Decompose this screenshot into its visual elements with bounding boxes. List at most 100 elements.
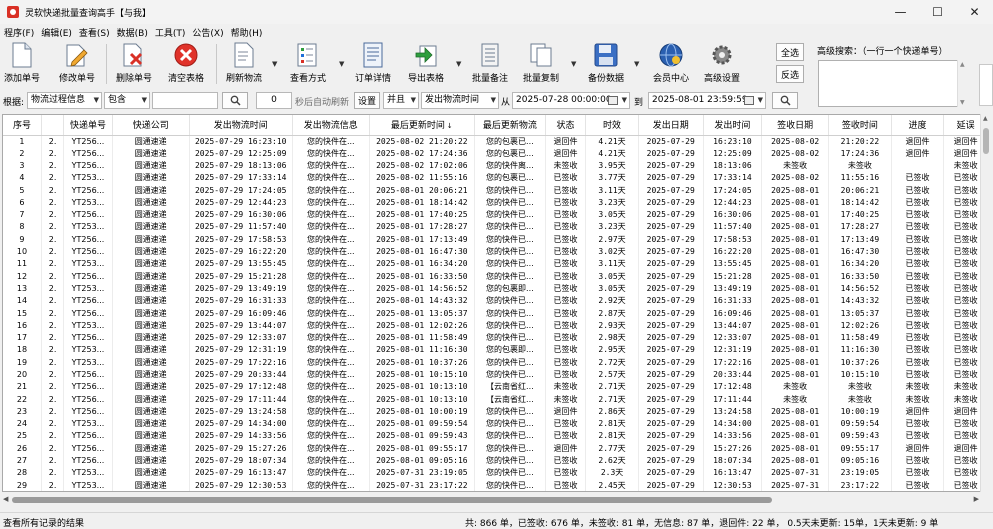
table-row[interactable]: 1 2. YT256... 圆通速递 2025-07-29 16:23:10 您的快件在.…: [3, 135, 988, 148]
select-all-button[interactable]: 全选: [776, 43, 804, 61]
table-row[interactable]: 24 2. YT253... 圆通速递 2025-07-29 14:34:00 您的快件在…: [3, 418, 988, 431]
batch-note-button[interactable]: 批量备注: [472, 42, 508, 86]
clear-table-button[interactable]: 清空表格: [168, 42, 204, 86]
filter-field-select[interactable]: 物流过程信息 ▼: [27, 92, 102, 109]
export-dropdown-icon[interactable]: ▼: [456, 60, 461, 68]
table-row[interactable]: 14 2. YT256... 圆通速递 2025-07-29 16:31:33 您的快件在…: [3, 295, 988, 308]
cell-col-sign-time: 16:47:30: [828, 245, 892, 259]
column-header-col-send-date[interactable]: 发出日期: [638, 115, 704, 136]
column-header-col-sign-date[interactable]: 签收日期: [761, 115, 830, 136]
column-header-col-status[interactable]: 状态: [545, 115, 587, 136]
advanced-search-textarea[interactable]: [818, 60, 968, 107]
table-row[interactable]: 3 2. YT256... 圆通速递 2025-07-29 18:13:06 您的快件在.…: [3, 159, 988, 173]
table-row[interactable]: 7 2. YT256... 圆通速递 2025-07-29 16:30:06 您的快件在.…: [3, 208, 988, 222]
table-row[interactable]: 19 2. YT253... 圆通速递 2025-07-29 17:22:16 您的快件在…: [3, 356, 988, 369]
date-search-button[interactable]: [772, 92, 798, 109]
table-row[interactable]: 10 2. YT256... 圆通速递 2025-07-29 16:22:20 您的快件在…: [3, 245, 988, 259]
column-header-col-sign-time[interactable]: 签收时间: [828, 115, 892, 136]
copy-dropdown-icon[interactable]: ▼: [571, 60, 576, 68]
table-row[interactable]: 21 2. YT256... 圆通速递 2025-07-29 17:12:48 您的快件在…: [3, 381, 988, 394]
date-field-select[interactable]: 发出物流时间 ▼: [421, 92, 499, 109]
edit-order-button[interactable]: 修改单号: [59, 42, 95, 86]
refresh-dropdown-icon[interactable]: ▼: [272, 60, 277, 68]
table-row[interactable]: 15 2. YT256... 圆通速递 2025-07-29 16:09:46 您的快件在…: [3, 307, 988, 320]
table-row[interactable]: 12 2. YT256... 圆通速递 2025-07-29 15:21:28 您的快件在…: [3, 270, 988, 283]
table-row[interactable]: 11 2. YT253... 圆通速递 2025-07-29 13:55:45 您的快件在…: [3, 258, 988, 271]
results-grid[interactable]: 序号 快递单号 快递公司 发出物流时间 发出物流信息 最后更新时间 ↓ 最后更新物流 状态 时效发…: [2, 114, 991, 492]
delete-order-button[interactable]: 删除单号: [116, 42, 152, 86]
scroll-thumb[interactable]: [983, 128, 989, 154]
view-dropdown-icon[interactable]: ▼: [339, 60, 344, 68]
filter-operator-select[interactable]: 包含 ▼: [104, 92, 150, 109]
add-order-button[interactable]: 添加单号: [4, 42, 40, 86]
filter-text-input[interactable]: [152, 92, 218, 109]
grid-vertical-scrollbar[interactable]: ▲: [980, 114, 991, 492]
auto-refresh-seconds-input[interactable]: 0: [256, 92, 292, 109]
table-row[interactable]: 5 2. YT256... 圆通速递 2025-07-29 17:24:05 您的快件在.…: [3, 184, 988, 197]
column-header-col-last-update-info[interactable]: 最后更新物流: [474, 115, 546, 136]
view-mode-button[interactable]: 查看方式: [290, 42, 326, 86]
table-row[interactable]: 2 2. YT256... 圆通速递 2025-07-29 12:25:09 您的快件在.…: [3, 147, 988, 160]
close-button[interactable]: ✕: [956, 0, 993, 24]
column-header-col-duration[interactable]: 时效: [585, 115, 639, 136]
auto-refresh-settings-button[interactable]: 设置: [354, 92, 380, 109]
date-to-picker[interactable]: 2025-08-01 23:59:59 ▼: [648, 92, 766, 109]
menu-notice[interactable]: 公告(X): [192, 26, 223, 39]
table-row[interactable]: 29 2. YT253... 圆通速递 2025-07-29 12:30:53 您的快件在…: [3, 479, 988, 491]
advanced-settings-button[interactable]: 高级设置: [704, 42, 740, 86]
scroll-right-icon[interactable]: ▶: [974, 495, 979, 503]
table-row[interactable]: 17 2. YT256... 圆通速递 2025-07-29 12:33:07 您的快件在…: [3, 331, 988, 345]
table-row[interactable]: 28 2. YT253... 圆通速递 2025-07-29 16:13:47 您的快件在…: [3, 467, 988, 480]
table-row[interactable]: 8 2. YT253... 圆通速递 2025-07-29 11:57:40 您的快件在.…: [3, 221, 988, 234]
column-header-col-last-update-time[interactable]: 最后更新时间 ↓: [369, 115, 475, 136]
column-header-col-send-clock[interactable]: 发出时间: [703, 115, 763, 136]
table-row[interactable]: 6 2. YT253... 圆通速递 2025-07-29 12:44:23 您的快件在.…: [3, 196, 988, 209]
backup-data-button[interactable]: 备份数据: [588, 42, 624, 86]
column-header-col-check[interactable]: [41, 115, 65, 136]
advanced-search-side-panel[interactable]: [979, 64, 993, 106]
menu-help[interactable]: 帮助(H): [231, 26, 263, 39]
maximize-button[interactable]: ☐: [919, 0, 956, 24]
menu-edit[interactable]: 编辑(E): [41, 26, 72, 39]
column-header-col-tracking-number[interactable]: 快递单号: [63, 115, 113, 136]
cell-col-last-update-time: 2025-08-01 10:13:10: [369, 393, 475, 406]
table-row[interactable]: 16 2. YT253... 圆通速递 2025-07-29 13:44:07 您的快件在…: [3, 319, 988, 332]
table-row[interactable]: 27 2. YT256... 圆通速递 2025-07-29 18:07:34 您的快件在…: [3, 454, 988, 468]
column-header-col-courier[interactable]: 快递公司: [112, 115, 190, 136]
table-row[interactable]: 4 2. YT253... 圆通速递 2025-07-29 17:33:14 您的快件在.…: [3, 172, 988, 185]
column-header-col-progress[interactable]: 进度: [891, 115, 945, 136]
grid-horizontal-scrollbar[interactable]: ◀ ▶: [2, 494, 980, 506]
menu-tools[interactable]: 工具(T): [155, 26, 186, 39]
batch-copy-button[interactable]: 批量复制: [523, 42, 559, 86]
table-row[interactable]: 26 2. YT256... 圆通速递 2025-07-29 15:27:26 您的快件在…: [3, 442, 988, 455]
filter-logic-select[interactable]: 并且 ▼: [383, 92, 419, 109]
filter-search-button[interactable]: [222, 92, 248, 109]
table-row[interactable]: 9 2. YT256... 圆通速递 2025-07-29 17:58:53 您的快件在.…: [3, 233, 988, 246]
advanced-search-scrollbar[interactable]: ▲ ▼: [957, 60, 968, 107]
backup-dropdown-icon[interactable]: ▼: [634, 60, 639, 68]
table-row[interactable]: 22 2. YT256... 圆通速递 2025-07-29 17:11:44 您的快件在…: [3, 393, 988, 406]
menu-program[interactable]: 程序(F): [4, 26, 34, 39]
table-row[interactable]: 18 2. YT253... 圆通速递 2025-07-29 12:31:19 您的快件在…: [3, 344, 988, 357]
scroll-down-icon[interactable]: ▼: [960, 99, 965, 106]
scroll-up-icon[interactable]: ▲: [960, 61, 965, 68]
table-row[interactable]: 25 2. YT256... 圆通速递 2025-07-29 14:33:56 您的快件在…: [3, 430, 988, 443]
table-row[interactable]: 13 2. YT253... 圆通速递 2025-07-29 13:49:19 您的快件在…: [3, 282, 988, 296]
table-row[interactable]: 23 2. YT256... 圆通速递 2025-07-29 13:24:58 您的快件在…: [3, 405, 988, 419]
column-header-col-send-info[interactable]: 发出物流信息: [292, 115, 370, 136]
invert-selection-button[interactable]: 反选: [776, 65, 804, 83]
menu-view[interactable]: 查看(S): [79, 26, 110, 39]
minimize-button[interactable]: —: [882, 0, 919, 24]
menu-data[interactable]: 数据(B): [117, 26, 148, 39]
export-table-button[interactable]: 导出表格: [408, 42, 444, 86]
scroll-up-icon[interactable]: ▲: [983, 115, 988, 122]
scroll-left-icon[interactable]: ◀: [3, 495, 8, 503]
refresh-logistics-button[interactable]: 刷新物流: [226, 42, 262, 86]
member-center-button[interactable]: 会员中心: [653, 42, 689, 86]
date-from-picker[interactable]: 2025-07-28 00:00:00 ▼: [512, 92, 630, 109]
scroll-thumb[interactable]: [12, 497, 772, 503]
table-row[interactable]: 20 2. YT256... 圆通速递 2025-07-29 20:33:44 您的快件在…: [3, 368, 988, 382]
order-detail-button[interactable]: 订单详情: [355, 42, 391, 86]
column-header-col-send-time[interactable]: 发出物流时间: [189, 115, 293, 136]
column-header-col-index[interactable]: 序号: [3, 115, 42, 136]
